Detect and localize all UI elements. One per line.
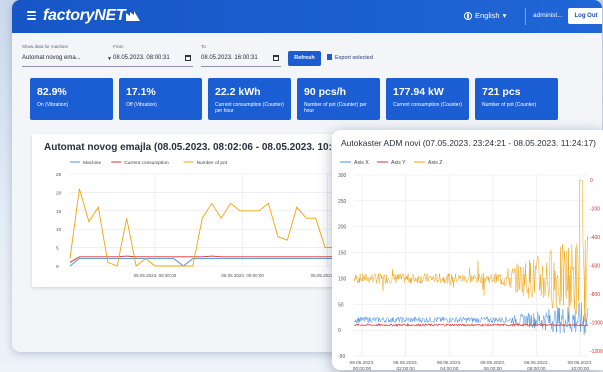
logout-button[interactable]: Log Out: [568, 8, 602, 24]
y2-tick-label: -400: [590, 235, 600, 241]
machine-select[interactable]: Show data for machine Automat novog ema.…: [22, 44, 114, 67]
language-selector[interactable]: English ▾: [464, 11, 506, 20]
machine-select-value: Automat novog ema...: [22, 55, 81, 61]
from-date-field[interactable]: From 08.05.2023. 08:00:31: [113, 44, 193, 67]
brand-logo[interactable]: factoryNET: [43, 7, 141, 25]
calendar-icon[interactable]: [185, 55, 191, 61]
y2-tick-label: -800: [590, 292, 600, 298]
line-chart[interactable]: Machine Current consumption Number of pot 0…: [32, 134, 352, 287]
y-tick-label: 15: [56, 209, 62, 215]
kpi-row: 82.9% On (Vibration) 17.1% Off (Vibration)…: [20, 78, 602, 120]
x-tick-label: 08.05.2023.: [480, 360, 505, 365]
kpi-value: 82.9%: [37, 86, 67, 98]
machine-select-label: Show data for machine: [22, 44, 69, 49]
to-date-field[interactable]: To 08.05.2023. 16:00:31: [201, 44, 281, 67]
globe-icon: [464, 11, 472, 20]
x-tick-label: 08.05.2023.: [393, 360, 418, 365]
y-tick-label: 100: [338, 276, 347, 282]
kpi-card: 721 pcs Number of pot (Counter): [475, 78, 558, 120]
export-label: Export selected: [335, 55, 373, 61]
kpi-label: Off (Vibration): [126, 102, 157, 108]
y-tick-label: 5: [56, 246, 59, 252]
chevron-down-icon: ▾: [502, 11, 507, 20]
document-icon: [327, 54, 332, 60]
topbar-divider: [525, 8, 526, 25]
chevron-down-icon: ▼: [107, 56, 112, 62]
y2-tick-label: 0: [590, 178, 593, 184]
kpi-value: 721 pcs: [482, 86, 521, 98]
vibration-chart[interactable]: Axis X Axis Y Axis Z -50 0 50 100 150 200 250 300 0…: [332, 130, 603, 370]
legend-label: Current consumption: [124, 160, 169, 166]
kpi-card: 17.1% Off (Vibration): [119, 78, 202, 120]
series-line: [69, 188, 345, 267]
series-line: [354, 322, 589, 328]
chart-panel-automat: Automat novog emajla (08.05.2023. 08:02:…: [32, 134, 361, 287]
refresh-button[interactable]: Refresh: [288, 51, 321, 66]
kpi-card: 82.9% On (Vibration): [30, 78, 113, 120]
x-tick-label: 08:00:00: [527, 366, 546, 370]
export-selected-button[interactable]: Export selected: [327, 51, 385, 66]
to-date-label: To: [201, 44, 206, 49]
kpi-card: 22.2 kWh Current consumption (Counter) pe…: [208, 78, 291, 120]
y-tick-label: 250: [338, 199, 347, 205]
menu-icon[interactable]: [27, 11, 36, 20]
kpi-value: 17.1%: [126, 86, 156, 98]
kpi-label: Current consumption (Counter) per hour: [215, 102, 284, 114]
legend-label: Number of pot: [197, 160, 228, 166]
legend-label: Axis Y: [391, 160, 406, 166]
legend-label: Axis Z: [428, 160, 442, 166]
calendar-icon[interactable]: [273, 55, 279, 61]
legend-label: Axis X: [354, 160, 369, 166]
y2-tick-label: -1000: [590, 321, 603, 327]
y-tick-label: 50: [338, 302, 344, 308]
kpi-value: 22.2 kWh: [215, 86, 261, 98]
series-line: [69, 255, 344, 263]
kpi-label: On (Vibration): [37, 102, 69, 108]
legend-label: Machine: [83, 160, 101, 166]
x-tick-label: 00:00:00: [353, 366, 372, 370]
language-label: English: [475, 11, 500, 20]
x-tick-label: 08.05.2023. 09:00:00: [221, 273, 264, 278]
kpi-label: Current consumption (Counter): [393, 102, 462, 108]
y-tick-label: 0: [56, 264, 59, 270]
y2-tick-label: -200: [590, 207, 600, 213]
x-tick-label: 08.05.2023.: [568, 360, 593, 365]
y-tick-label: 25: [56, 172, 62, 178]
series-line: [353, 179, 589, 322]
top-bar: factoryNET English ▾ administ... Log Out: [12, 0, 602, 33]
kpi-value: 177.94 kW: [393, 86, 444, 98]
to-date-value: 08.05.2023. 16:00:31: [201, 55, 258, 61]
x-tick-label: 08.05.2023.: [437, 360, 462, 365]
factory-logo-icon: [126, 11, 141, 21]
brand-text: factoryNET: [43, 7, 126, 24]
x-tick-label: 08.05.2023. 08:30:00: [134, 273, 177, 278]
x-tick-label: 10:00:00: [571, 366, 590, 370]
from-date-value: 08.05.2023. 08:00:31: [113, 55, 170, 61]
kpi-value: 90 pcs/h: [304, 86, 347, 98]
kpi-label: Number of pot (Counter): [482, 102, 537, 108]
y-tick-label: -50: [338, 354, 345, 360]
x-tick-label: 08.05.2023.: [524, 360, 549, 365]
y2-tick-label: -1200: [590, 349, 603, 355]
kpi-label: Number of pot (Counter) per hour: [304, 102, 367, 114]
y-tick-label: 200: [338, 225, 347, 231]
x-tick-label: 06:00:00: [484, 366, 503, 370]
y-tick-label: 150: [338, 251, 347, 257]
user-name[interactable]: administ...: [533, 12, 563, 19]
x-tick-label: 04:00:00: [440, 366, 459, 370]
y2-tick-label: -600: [590, 264, 600, 270]
chart-panel-autokaster: Autokaster ADM novi (07.05.2023. 23:24:2…: [332, 130, 603, 370]
x-tick-label: 08.05.2023.: [350, 360, 375, 365]
y-tick-label: 10: [56, 227, 62, 233]
kpi-card: 90 pcs/h Number of pot (Counter) per hour: [297, 78, 380, 120]
series-line: [69, 258, 344, 267]
from-date-label: From: [113, 44, 124, 49]
y-tick-label: 20: [56, 190, 62, 196]
x-tick-label: 02:00:00: [396, 366, 415, 370]
filter-bar: Show data for machine Automat novog ema.…: [12, 40, 602, 70]
y-tick-label: 300: [338, 173, 347, 179]
y-tick-label: 0: [338, 328, 341, 334]
kpi-card: 177.94 kW Current consumption (Counter): [386, 78, 469, 120]
